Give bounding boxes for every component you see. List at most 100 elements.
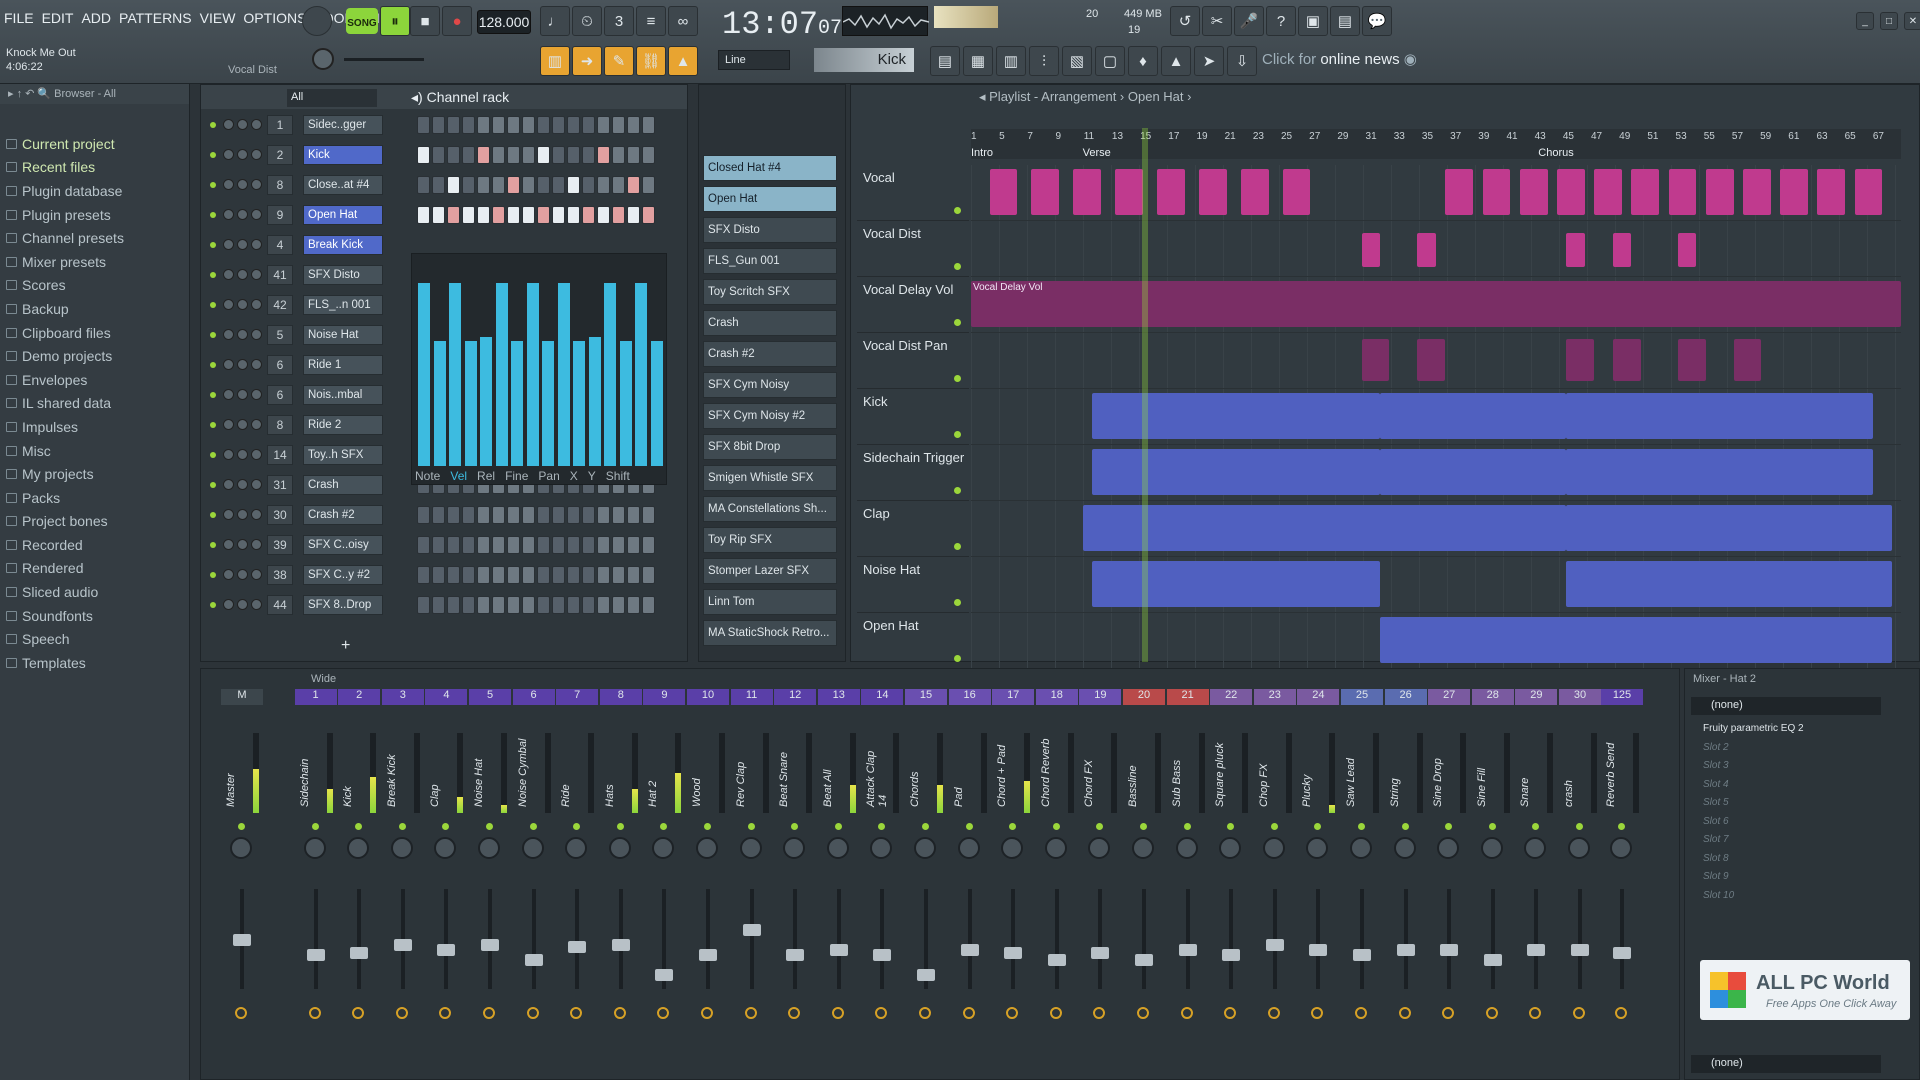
step-button[interactable] — [492, 596, 505, 614]
fx-slot[interactable]: Fruity parametric EQ 2 — [1693, 723, 1893, 741]
fx-slot[interactable]: Slot 5 — [1693, 797, 1893, 815]
channel-mute-led[interactable] — [210, 422, 216, 428]
velocity-bar[interactable] — [650, 341, 663, 466]
strip-record-arm[interactable] — [1398, 1007, 1411, 1019]
step-button[interactable] — [567, 176, 580, 194]
strip-fader-cap[interactable] — [1135, 954, 1153, 966]
step-button[interactable] — [417, 146, 430, 164]
tempo-display[interactable]: 128.000 — [477, 10, 531, 34]
mixer-strip[interactable]: 9 Hat 2 — [643, 689, 686, 1069]
step-button[interactable] — [507, 176, 520, 194]
mixer-strip[interactable]: 125 Reverb Send — [1601, 689, 1643, 1069]
channel-name-button[interactable]: Ride 2 — [303, 415, 383, 435]
step-button[interactable] — [417, 536, 430, 554]
menu-item-view[interactable]: VIEW — [200, 10, 236, 26]
pattern-clip[interactable] — [1631, 169, 1660, 215]
mixer-strip[interactable]: 15 Chords — [905, 689, 947, 1069]
velocity-bar[interactable] — [557, 282, 570, 466]
song-mode-toggle[interactable]: SONG — [346, 8, 378, 34]
strip-fader-track[interactable] — [313, 889, 318, 989]
pattern-clip[interactable] — [1031, 169, 1060, 215]
strip-record-arm[interactable] — [1615, 1007, 1627, 1019]
channel-mute-led[interactable] — [210, 152, 216, 158]
mixer-strip[interactable]: 17 Chord + Pad — [992, 689, 1035, 1069]
channel-mixer-track[interactable]: 6 — [267, 385, 293, 405]
strip-record-arm[interactable] — [657, 1007, 670, 1019]
step-button[interactable] — [492, 506, 505, 524]
step-button[interactable] — [432, 146, 445, 164]
strip-pan-knob[interactable] — [1306, 837, 1329, 859]
fx-slot[interactable]: Slot 2 — [1693, 742, 1893, 760]
step-button[interactable] — [462, 536, 475, 554]
step-button[interactable] — [462, 566, 475, 584]
step-button[interactable] — [447, 506, 460, 524]
strip-pan-knob[interactable] — [1088, 837, 1111, 859]
help-icon[interactable]: ? — [1266, 6, 1296, 36]
step-button[interactable] — [597, 116, 610, 134]
editor-tab-x[interactable]: X — [570, 469, 578, 483]
step-button[interactable] — [507, 116, 520, 134]
strip-record-arm[interactable] — [1529, 1007, 1542, 1019]
channel-volume-knob[interactable] — [237, 569, 248, 580]
channel-name-button[interactable]: Open Hat — [303, 205, 383, 225]
strip-fader-cap[interactable] — [306, 949, 325, 961]
track-header[interactable]: Vocal — [857, 165, 969, 221]
channel-pitch-knob[interactable] — [251, 599, 262, 610]
step-button[interactable] — [627, 116, 640, 134]
step-button[interactable] — [552, 566, 565, 584]
strip-fader-track[interactable] — [1185, 889, 1190, 989]
save-icon[interactable]: ▣ — [1298, 6, 1328, 36]
mixer-strip[interactable]: 11 Rev Clap — [730, 689, 773, 1069]
mixer-strip[interactable]: 2 Kick — [338, 689, 381, 1069]
arrow-icon[interactable]: ➜ — [572, 46, 602, 76]
track-lane[interactable] — [971, 165, 1901, 221]
strip-record-arm[interactable] — [1485, 1007, 1498, 1019]
step-button[interactable] — [567, 596, 580, 614]
step-button[interactable] — [507, 206, 520, 224]
mixer-strip[interactable]: 3 Break Kick — [381, 689, 424, 1069]
channel-name-button[interactable]: Kick — [303, 145, 383, 165]
channel-mute-led[interactable] — [210, 272, 216, 278]
strip-enable-led[interactable] — [1618, 823, 1625, 830]
strip-enable-led[interactable] — [573, 823, 581, 830]
strip-fader-cap[interactable] — [1091, 947, 1110, 959]
strip-pan-knob[interactable] — [1524, 837, 1547, 859]
track-mute-led[interactable] — [954, 599, 961, 606]
step-button[interactable] — [522, 536, 535, 554]
strip-fader-cap[interactable] — [568, 941, 587, 953]
channel-volume-knob[interactable] — [237, 449, 248, 460]
strip-fader-cap[interactable] — [1004, 947, 1023, 959]
strip-enable-led[interactable] — [1445, 823, 1453, 830]
pattern-clip[interactable] — [1566, 393, 1874, 439]
step-button[interactable] — [642, 536, 655, 554]
picker-item[interactable]: Toy Scritch SFX — [703, 279, 837, 305]
strip-fader-cap[interactable] — [350, 947, 369, 959]
step-button[interactable] — [507, 536, 520, 554]
pattern-clip[interactable] — [1361, 233, 1381, 267]
step-button[interactable] — [447, 146, 460, 164]
menu-item-options[interactable]: OPTIONS — [243, 10, 306, 26]
strip-record-arm[interactable] — [570, 1007, 583, 1019]
strip-enable-led[interactable] — [922, 823, 929, 830]
picker-item[interactable]: FLS_Gun 001 — [703, 248, 837, 274]
strip-enable-led[interactable] — [529, 823, 537, 830]
pattern-clip[interactable] — [1380, 449, 1567, 495]
channel-row[interactable]: 2 Kick — [207, 143, 683, 167]
track-lane[interactable] — [971, 557, 1901, 613]
track-mute-led[interactable] — [954, 487, 961, 494]
step-button[interactable] — [522, 146, 535, 164]
step-button[interactable] — [537, 206, 550, 224]
strip-record-arm[interactable] — [919, 1007, 931, 1019]
channel-mute-led[interactable] — [210, 482, 216, 488]
menu-item-patterns[interactable]: PATTERNS — [119, 10, 192, 26]
link-icon[interactable]: ⛓ — [636, 46, 666, 76]
strip-record-arm[interactable] — [744, 1007, 757, 1019]
step-button[interactable] — [567, 116, 580, 134]
editor-tab-note[interactable]: Note — [415, 469, 440, 483]
pattern-clip[interactable] — [1854, 169, 1883, 215]
step-button[interactable] — [432, 566, 445, 584]
mixer-strip[interactable]: 20 Bassline — [1123, 689, 1165, 1069]
step-button[interactable] — [627, 566, 640, 584]
step-button[interactable] — [627, 536, 640, 554]
mixer-strip[interactable]: M Master — [221, 689, 263, 1069]
